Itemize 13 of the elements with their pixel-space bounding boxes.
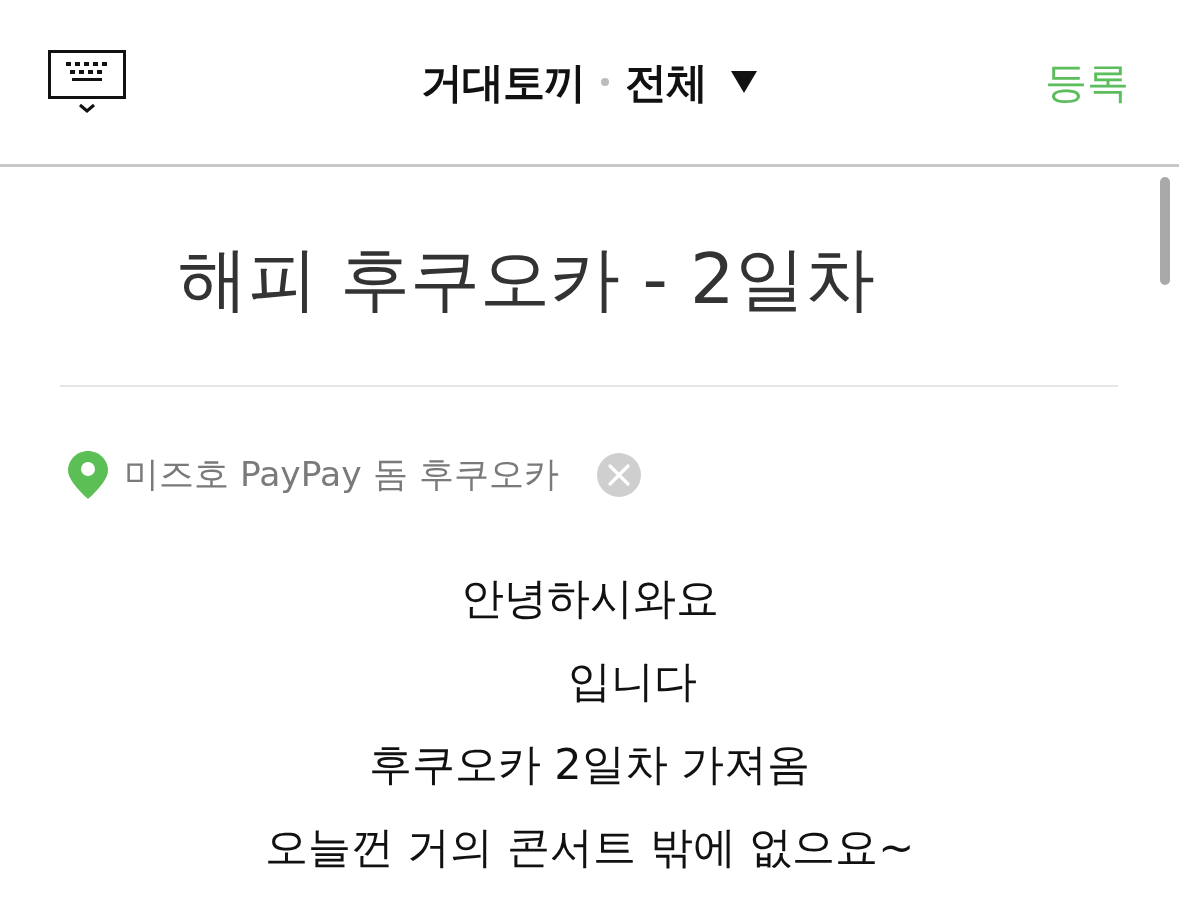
dropdown-caret-icon[interactable] xyxy=(730,71,757,93)
body-text-line: 입니다 xyxy=(567,655,698,708)
location-name: 미즈호 PayPay 돔 후쿠오카 xyxy=(124,453,559,497)
separator-dot-icon xyxy=(600,78,609,86)
body-text-line: 후쿠오카 2일차 가져옴 xyxy=(367,738,812,791)
post-title: 해피 후쿠오카 - 2일차 xyxy=(177,237,876,321)
map-pin-icon xyxy=(68,451,108,499)
keyboard-icon xyxy=(48,50,126,114)
body-text-line: 오늘껀 거의 콘서트 밖에 없으요~ xyxy=(263,821,916,874)
category-filter[interactable]: 전체 xyxy=(624,50,707,114)
keyboard-button[interactable] xyxy=(48,50,126,114)
board-title: 거대토끼 xyxy=(420,56,585,109)
body-text-line: 안녕하시와요 xyxy=(459,572,720,625)
